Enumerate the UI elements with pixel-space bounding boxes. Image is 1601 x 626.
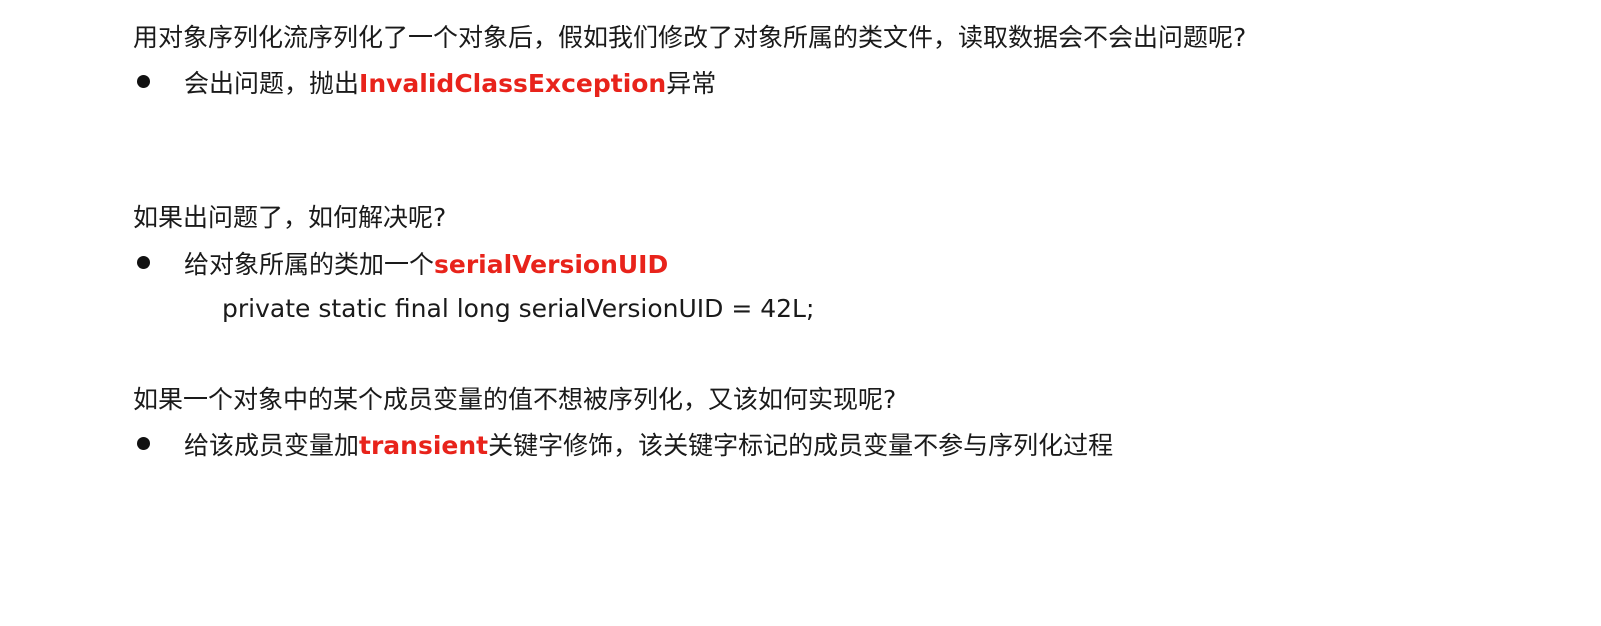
bullet-answer-serialversionuid: 给对象所属的类加一个serialVersionUID [133,249,668,281]
highlight-transient: transient [359,431,489,460]
question-deserialize-changed-class: 用对象序列化流序列化了一个对象后，假如我们修改了对象所属的类文件，读取数据会不会… [133,23,1247,52]
question-exclude-field: 如果一个对象中的某个成员变量的值不想被序列化，又该如何实现呢? [133,385,897,414]
bullet-answer-exception: 会出问题，抛出InvalidClassException异常 [133,68,716,100]
bullet-text-suffix: 关键字修饰，该关键字标记的成员变量不参与序列化过程 [488,431,1114,460]
code-line-serialversionuid: private static final long serialVersionU… [222,294,815,323]
bullet-answer-transient: 给该成员变量加transient关键字修饰，该关键字标记的成员变量不参与序列化过… [133,430,1113,462]
question-how-to-fix: 如果出问题了，如何解决呢? [133,203,447,232]
bullet-text: 会出问题，抛出 [184,69,360,98]
bullet-text: 给该成员变量加 [184,431,360,460]
bullet-dot-icon [137,437,150,450]
bullet-dot-icon [137,75,150,88]
bullet-text: 给对象所属的类加一个 [184,250,435,279]
highlight-serialversionuid: serialVersionUID [434,250,669,279]
slide: 用对象序列化流序列化了一个对象后，假如我们修改了对象所属的类文件，读取数据会不会… [0,0,1601,626]
bullet-dot-icon [137,256,150,269]
highlight-invalidclassexception: InvalidClassException [359,69,667,98]
bullet-text-suffix: 异常 [666,69,717,98]
